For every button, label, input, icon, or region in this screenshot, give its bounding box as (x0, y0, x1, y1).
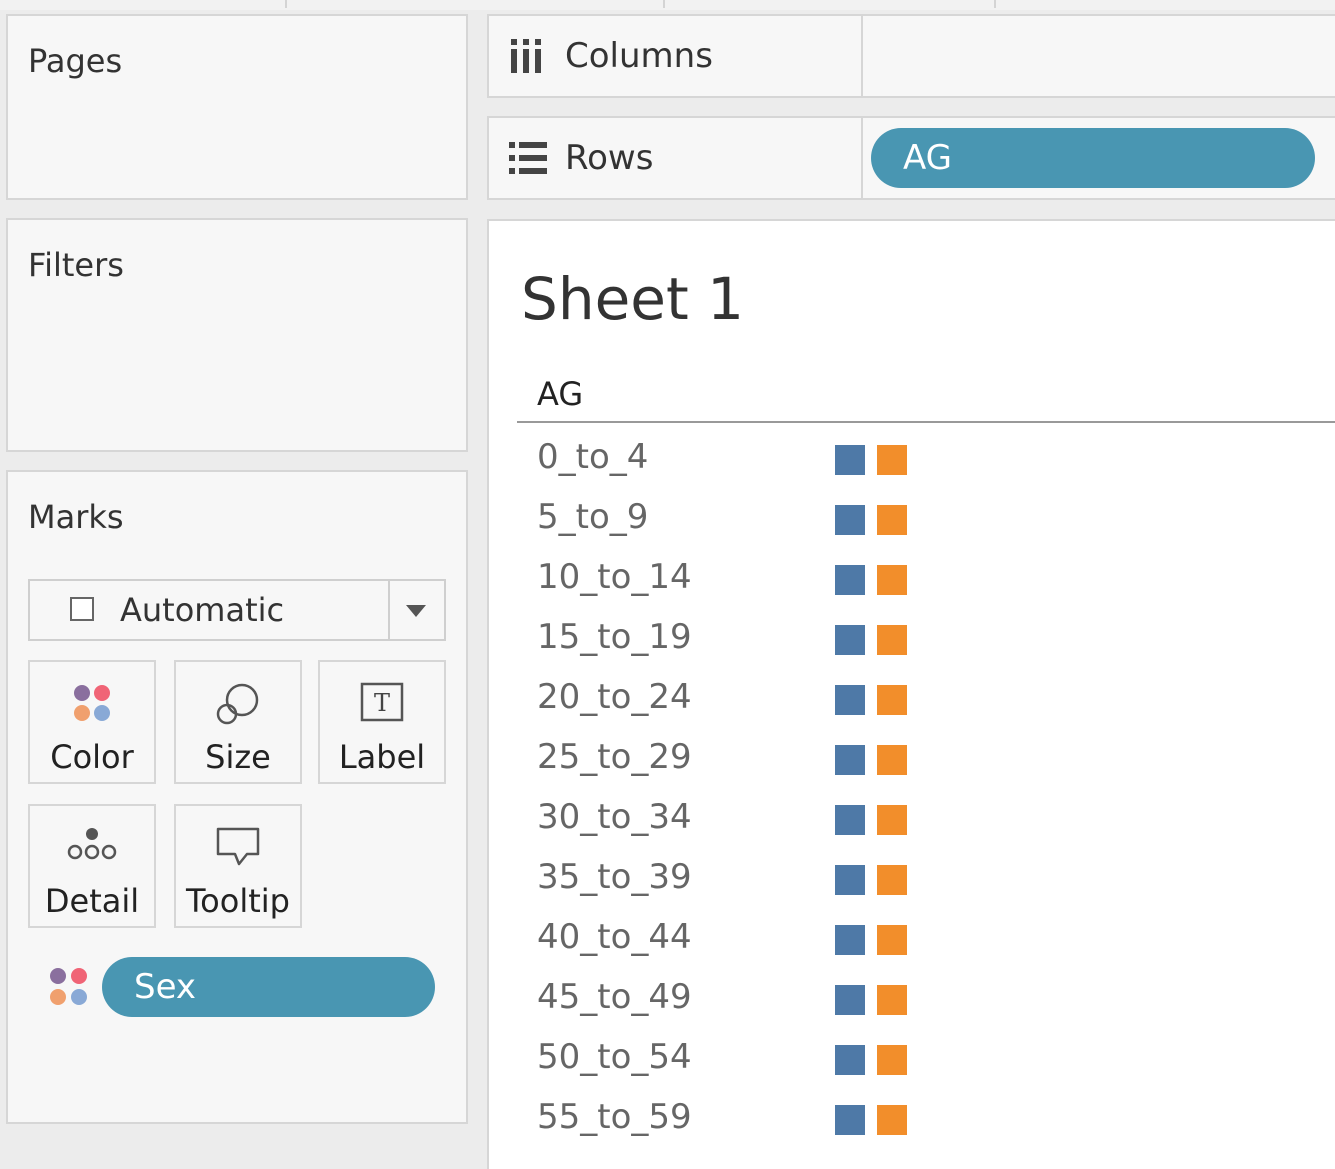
mark-type-square-icon (70, 597, 94, 621)
table-row[interactable]: 15_to_19 (489, 607, 1335, 667)
mark-square-series-1[interactable] (835, 685, 865, 715)
mark-square-series-2[interactable] (877, 685, 907, 715)
table-row[interactable]: 30_to_34 (489, 787, 1335, 847)
tooltip-speech-bubble-icon (216, 827, 260, 866)
mark-type-dropdown[interactable]: Automatic (28, 579, 446, 641)
ag-row-label[interactable]: 40_to_44 (537, 917, 692, 957)
ag-row-label[interactable]: 5_to_9 (537, 497, 648, 537)
chevron-down-icon (406, 605, 426, 617)
mark-square-series-1[interactable] (835, 1045, 865, 1075)
detail-button[interactable]: Detail (28, 804, 156, 928)
mark-square-series-1[interactable] (835, 1105, 865, 1135)
mark-square-series-2[interactable] (877, 745, 907, 775)
mark-square-series-2[interactable] (877, 925, 907, 955)
mark-square-series-1[interactable] (835, 805, 865, 835)
detail-button-label: Detail (44, 882, 140, 920)
mark-square-series-2[interactable] (877, 1045, 907, 1075)
mark-square-series-1[interactable] (835, 745, 865, 775)
tab-divider (663, 0, 665, 8)
mark-square-series-2[interactable] (877, 625, 907, 655)
mark-square-series-2[interactable] (877, 505, 907, 535)
marks-card: Marks (6, 470, 468, 1124)
mark-square-series-2[interactable] (877, 805, 907, 835)
marks-title: Marks (28, 498, 124, 536)
label-button-label: Label (338, 738, 426, 776)
color-button[interactable]: Color (28, 660, 156, 784)
mark-type-value: Automatic (120, 591, 285, 629)
tooltip-button[interactable]: Tooltip (174, 804, 302, 928)
mark-square-series-1[interactable] (835, 505, 865, 535)
table-row[interactable]: 50_to_54 (489, 1027, 1335, 1087)
ag-row-label[interactable]: 10_to_14 (537, 557, 692, 597)
ag-row-label[interactable]: 55_to_59 (537, 1097, 692, 1137)
tab-divider (285, 0, 287, 8)
mark-square-series-2[interactable] (877, 865, 907, 895)
rows-icon (509, 142, 547, 174)
mark-square-series-2[interactable] (877, 1105, 907, 1135)
columns-label: Columns (565, 36, 713, 76)
size-button[interactable]: Size (174, 660, 302, 784)
ag-row-label[interactable]: 25_to_29 (537, 737, 692, 777)
size-circles-icon (216, 683, 259, 725)
columns-label-area: Columns (489, 16, 863, 96)
rows-label: Rows (565, 138, 654, 178)
table-row[interactable]: 0_to_4 (489, 427, 1335, 487)
table-row[interactable]: 25_to_29 (489, 727, 1335, 787)
text-label-icon: T (360, 682, 404, 722)
color-button-label: Color (50, 738, 134, 776)
mark-square-series-1[interactable] (835, 625, 865, 655)
pages-card[interactable]: Pages (6, 14, 468, 200)
mark-square-series-2[interactable] (877, 565, 907, 595)
table-row[interactable]: 45_to_49 (489, 967, 1335, 1027)
mark-square-series-1[interactable] (835, 925, 865, 955)
sheet-title[interactable]: Sheet 1 (521, 265, 744, 333)
label-button[interactable]: T Label (318, 660, 446, 784)
mark-square-series-1[interactable] (835, 445, 865, 475)
detail-dots-icon (67, 828, 117, 860)
ag-row-label[interactable]: 0_to_4 (537, 437, 648, 477)
pages-title: Pages (28, 42, 123, 80)
columns-icon (511, 39, 541, 73)
tooltip-button-label: Tooltip (186, 882, 290, 920)
ag-row-label[interactable]: 45_to_49 (537, 977, 692, 1017)
ag-rows-pill[interactable]: AG (871, 128, 1315, 188)
ag-row-label[interactable]: 15_to_19 (537, 617, 692, 657)
rows-label-area: Rows (489, 118, 863, 198)
header-divider (517, 421, 1335, 423)
mark-square-series-1[interactable] (835, 565, 865, 595)
filters-title: Filters (28, 246, 124, 284)
mark-square-series-1[interactable] (835, 865, 865, 895)
table-row[interactable]: 5_to_9 (489, 487, 1335, 547)
ag-row-label[interactable]: 20_to_24 (537, 677, 692, 717)
size-button-label: Size (205, 738, 271, 776)
sheet-view: Sheet 1 AG 0_to_4 5_to_9 10_to_14 15_to_19 2… (487, 219, 1335, 1169)
color-palette-icon (74, 685, 110, 721)
table-row[interactable]: 40_to_44 (489, 907, 1335, 967)
sex-color-pill[interactable]: Sex (102, 957, 435, 1017)
tab-divider (994, 0, 996, 8)
filters-card[interactable]: Filters (6, 218, 468, 452)
ag-row-header[interactable]: AG (537, 375, 583, 413)
ag-row-label[interactable]: 50_to_54 (537, 1037, 692, 1077)
table-row[interactable]: 35_to_39 (489, 847, 1335, 907)
mark-square-series-1[interactable] (835, 985, 865, 1015)
columns-shelf[interactable]: Columns (487, 14, 1335, 98)
dropdown-toggle[interactable] (388, 581, 444, 639)
table-row[interactable]: 20_to_24 (489, 667, 1335, 727)
table-row[interactable]: 55_to_59 (489, 1087, 1335, 1147)
sheet-tab-strip (0, 0, 1335, 10)
mark-square-series-2[interactable] (877, 985, 907, 1015)
color-palette-icon (50, 968, 87, 1005)
ag-row-label[interactable]: 30_to_34 (537, 797, 692, 837)
ag-row-label[interactable]: 35_to_39 (537, 857, 692, 897)
svg-text:T: T (374, 689, 390, 717)
mark-square-series-2[interactable] (877, 445, 907, 475)
table-row[interactable]: 10_to_14 (489, 547, 1335, 607)
